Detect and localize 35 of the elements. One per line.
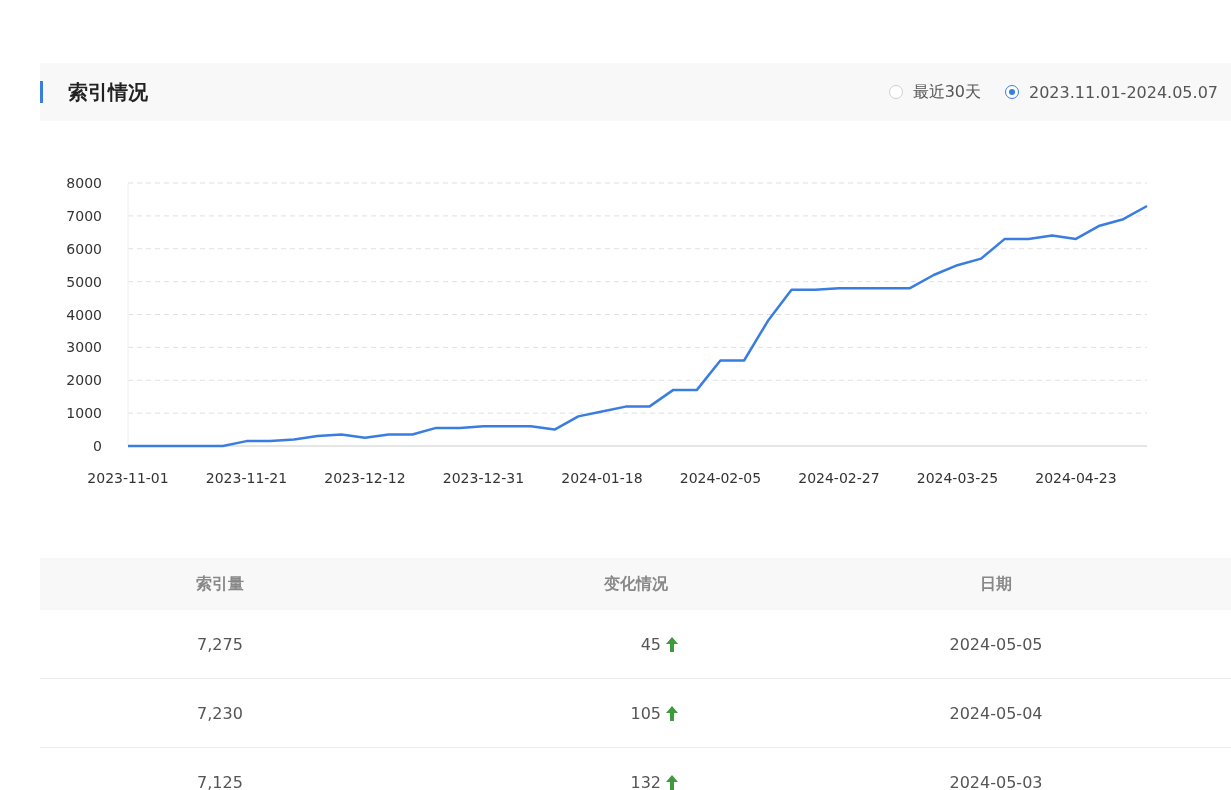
- table-cell: 7,275: [197, 634, 243, 654]
- y-axis-label: 6000: [66, 240, 102, 257]
- y-axis-label: 1000: [66, 405, 102, 422]
- x-axis-label: 2024-01-18: [561, 470, 643, 486]
- y-axis-label: 8000: [66, 175, 102, 191]
- x-axis-label: 2023-11-21: [205, 470, 288, 486]
- x-axis-label: 2024-02-27: [798, 470, 880, 486]
- x-axis-label: 2024-03-25: [916, 470, 999, 486]
- table-cell: 105: [630, 703, 661, 723]
- y-axis-label: 3000: [66, 339, 102, 356]
- table-cell: 132: [630, 772, 661, 790]
- column-header: 变化情况: [604, 573, 668, 595]
- section-title: 索引情况: [68, 78, 148, 106]
- y-axis-label: 4000: [66, 306, 102, 323]
- x-axis-label: 2023-12-31: [442, 470, 525, 486]
- x-axis-label: 2024-04-23: [1035, 470, 1117, 486]
- radio-label[interactable]: 2023.11.01-2024.05.07: [1029, 82, 1218, 102]
- x-axis-label: 2023-11-01: [87, 470, 169, 486]
- column-header: 日期: [980, 573, 1012, 595]
- accent-bar: [40, 81, 43, 103]
- table-cell: 45: [640, 634, 661, 654]
- table-cell: 7,230: [197, 703, 243, 723]
- radio-button[interactable]: [1005, 85, 1019, 99]
- table-cell: 7,125: [197, 772, 243, 790]
- y-axis-label: 5000: [66, 273, 102, 290]
- column-header: 索引量: [196, 573, 244, 595]
- table-cell: 2024-05-03: [949, 772, 1043, 790]
- x-axis-label: 2024-02-05: [679, 470, 762, 486]
- y-axis-label: 2000: [66, 372, 102, 389]
- y-axis-label: 7000: [66, 207, 102, 224]
- table-cell: 2024-05-04: [949, 703, 1043, 723]
- radio-label[interactable]: 最近30天: [912, 81, 981, 103]
- table-cell: 2024-05-05: [949, 634, 1043, 654]
- y-axis-label: 0: [93, 438, 102, 454]
- x-axis-label: 2023-12-12: [324, 470, 406, 486]
